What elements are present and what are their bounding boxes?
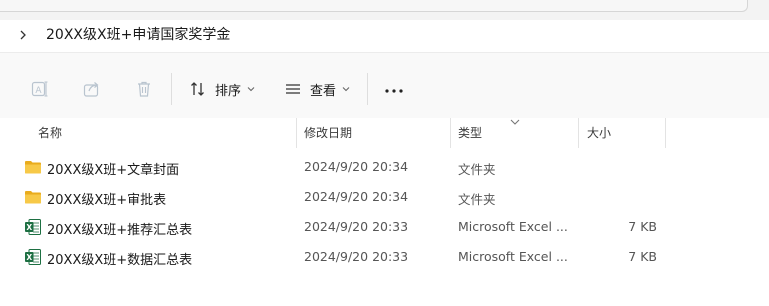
chevron-right-icon[interactable] xyxy=(16,28,30,42)
file-row[interactable]: 20XX级X班+审批表 2024/9/20 20:34 文件夹 xyxy=(0,182,769,212)
excel-icon: X xyxy=(25,219,41,235)
file-size: 7 KB xyxy=(628,249,657,264)
column-header-name[interactable]: 名称 xyxy=(38,124,62,141)
sort-icon xyxy=(191,82,204,96)
file-name: 20XX级X班+数据汇总表 xyxy=(47,253,193,268)
column-divider[interactable] xyxy=(450,118,451,148)
svg-text:X: X xyxy=(26,223,32,232)
column-header-modified[interactable]: 修改日期 xyxy=(304,124,352,141)
sort-label: 排序 xyxy=(215,83,242,99)
file-type: Microsoft Excel ... xyxy=(458,249,568,264)
window-top-strip xyxy=(0,0,769,20)
rename-icon[interactable]: A xyxy=(30,79,50,99)
view-label: 查看 xyxy=(310,83,337,99)
column-divider[interactable] xyxy=(665,118,666,148)
view-list-icon xyxy=(286,84,300,94)
column-header-row: 名称 修改日期 类型 大小 xyxy=(0,118,769,148)
file-type: Microsoft Excel ... xyxy=(458,219,568,234)
delete-icon[interactable] xyxy=(134,79,154,99)
file-name: 20XX级X班+审批表 xyxy=(47,193,167,208)
address-bar[interactable]: 20XX级X班+申请国家奖学金 xyxy=(0,20,769,52)
toolbar-separator xyxy=(367,73,368,105)
command-bar: A 排序 查看 xyxy=(0,52,769,120)
file-row[interactable]: X 20XX级X班+数据汇总表 2024/9/20 20:33 Microsof… xyxy=(0,242,769,272)
file-modified: 2024/9/20 20:33 xyxy=(304,219,409,234)
breadcrumb-folder[interactable]: 20XX级X班+申请国家奖学金 xyxy=(46,26,230,44)
file-row[interactable]: 20XX级X班+文章封面 2024/9/20 20:34 文件夹 xyxy=(0,152,769,182)
svg-text:A: A xyxy=(35,86,42,96)
view-button[interactable]: 查看 xyxy=(284,75,350,103)
chevron-down-icon xyxy=(342,87,350,92)
column-divider[interactable] xyxy=(296,118,297,148)
previous-pane-edge xyxy=(0,0,748,12)
file-type: 文件夹 xyxy=(458,192,496,207)
column-divider[interactable] xyxy=(578,118,579,148)
sort-button[interactable]: 排序 xyxy=(189,75,255,103)
file-modified: 2024/9/20 20:34 xyxy=(304,189,409,204)
file-type: 文件夹 xyxy=(458,162,496,177)
column-header-type[interactable]: 类型 xyxy=(458,124,482,141)
svg-text:X: X xyxy=(26,253,32,262)
more-options-icon[interactable] xyxy=(384,83,404,99)
sort-direction-icon xyxy=(510,119,520,125)
column-header-size[interactable]: 大小 xyxy=(587,124,611,141)
chevron-down-icon xyxy=(247,87,255,92)
share-icon[interactable] xyxy=(82,79,102,99)
folder-icon xyxy=(25,191,41,204)
file-name: 20XX级X班+文章封面 xyxy=(47,163,180,178)
file-modified: 2024/9/20 20:34 xyxy=(304,159,409,174)
toolbar-separator xyxy=(171,73,172,105)
folder-icon xyxy=(25,161,41,174)
file-modified: 2024/9/20 20:33 xyxy=(304,249,409,264)
file-name: 20XX级X班+推荐汇总表 xyxy=(47,223,193,238)
file-size: 7 KB xyxy=(628,219,657,234)
file-row[interactable]: X 20XX级X班+推荐汇总表 2024/9/20 20:33 Microsof… xyxy=(0,212,769,242)
excel-icon: X xyxy=(25,249,41,265)
